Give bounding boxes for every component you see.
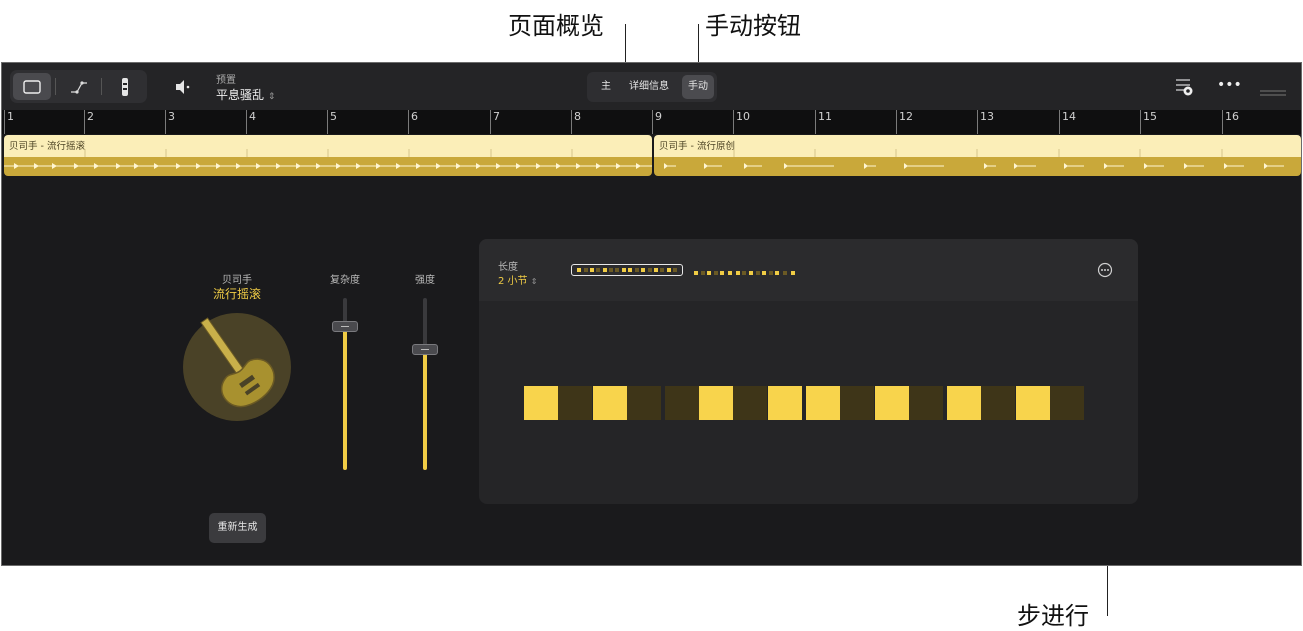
complexity-slider-fill	[343, 326, 347, 470]
page-overview-1[interactable]	[571, 264, 683, 276]
ruler-bar: 4	[246, 110, 256, 134]
region-view-button[interactable]	[13, 73, 51, 100]
step-15[interactable]	[1016, 386, 1050, 420]
intensity-slider-fill	[423, 349, 427, 470]
ruler-bar: 9	[652, 110, 662, 134]
toolbar: 预置 平息骚乱 ⇕ 主 详细信息 手动 •••	[2, 63, 1301, 110]
step-5[interactable]	[665, 386, 699, 420]
step-11[interactable]	[875, 386, 909, 420]
length-label: 长度	[498, 262, 518, 273]
panel-more-button[interactable]	[1097, 262, 1113, 278]
length-value: 2 小节	[498, 276, 528, 287]
ruler-bar: 12	[896, 110, 913, 134]
volume-button[interactable]	[172, 77, 194, 97]
ruler-bar: 14	[1059, 110, 1076, 134]
track-region-1[interactable]: 贝司手 - 流行摇滚	[4, 135, 652, 176]
regenerate-button[interactable]: 重新生成	[209, 513, 266, 543]
tab-manual[interactable]: 手动	[682, 75, 714, 99]
drag-handle[interactable]	[1260, 82, 1286, 96]
ruler-bar: 8	[571, 110, 581, 134]
tab-details[interactable]: 详细信息	[623, 75, 675, 99]
step-9[interactable]	[806, 386, 840, 420]
ruler-bar: 11	[815, 110, 832, 134]
ruler-bar: 13	[977, 110, 994, 134]
step-16[interactable]	[1050, 386, 1084, 420]
step-4[interactable]	[627, 386, 661, 420]
more-button[interactable]: •••	[1217, 77, 1242, 95]
step-3[interactable]	[593, 386, 627, 420]
plugin-settings-icon	[1176, 79, 1193, 96]
ruler-bar: 7	[490, 110, 500, 134]
ruler-bar: 6	[408, 110, 418, 134]
metronome-icon	[122, 77, 128, 96]
more-icon: •••	[1217, 77, 1242, 93]
more-circle-icon	[1097, 262, 1113, 278]
step-editor-panel	[479, 239, 1138, 504]
drag-handle-icon	[1260, 90, 1286, 96]
ruler-bar: 16	[1222, 110, 1239, 134]
player-role: 贝司手	[222, 275, 252, 286]
chevron-updown-icon: ⇕	[267, 92, 276, 102]
ruler-bar: 1	[4, 110, 14, 134]
track-region-2[interactable]: 贝司手 - 流行原创	[654, 135, 1301, 176]
step-14[interactable]	[981, 386, 1015, 420]
callout-step-sequence: 步进行	[1017, 602, 1089, 630]
preset-selector[interactable]: 平息骚乱 ⇕	[216, 86, 275, 103]
step-13[interactable]	[947, 386, 981, 420]
complexity-slider-knob[interactable]	[332, 321, 358, 332]
step-8[interactable]	[768, 386, 802, 420]
callout-page-overview: 页面概览	[508, 12, 604, 40]
step-2[interactable]	[558, 386, 592, 420]
ruler-bar: 15	[1140, 110, 1157, 134]
metronome-button[interactable]	[106, 73, 144, 100]
app-window: 预置 平息骚乱 ⇕ 主 详细信息 手动 ••• 1 2 3 4 5 6 7 8 …	[1, 62, 1302, 566]
tab-main[interactable]: 主	[591, 75, 621, 99]
region-view-icon	[23, 79, 41, 94]
ruler-bar: 10	[733, 110, 750, 134]
callout-manual-button: 手动按钮	[705, 12, 801, 40]
step-1[interactable]	[524, 386, 558, 420]
page-overview-2[interactable]	[690, 264, 802, 276]
timeline-ruler[interactable]: 1 2 3 4 5 6 7 8 9 10 11 12 13 14 15 16	[2, 110, 1301, 134]
ruler-bar: 3	[165, 110, 175, 134]
step-10[interactable]	[840, 386, 874, 420]
preset-value: 平息骚乱	[216, 88, 265, 102]
view-mode-segmented-control: 主 详细信息 手动	[587, 72, 717, 102]
page-overview-2-steps	[694, 271, 795, 275]
ruler-bar: 2	[84, 110, 94, 134]
region-notes	[664, 149, 1284, 169]
player-style[interactable]: 流行摇滚	[197, 285, 277, 302]
plugin-settings-button[interactable]	[1174, 75, 1196, 97]
step-7[interactable]	[733, 386, 767, 420]
automation-button[interactable]	[60, 73, 98, 100]
volume-icon	[176, 80, 190, 94]
bass-guitar-icon	[182, 312, 292, 422]
ruler-bar: 5	[327, 110, 337, 134]
page-overview-1-steps	[577, 268, 677, 272]
chevron-updown-icon: ⇕	[530, 277, 538, 286]
step-6[interactable]	[699, 386, 733, 420]
step-12[interactable]	[909, 386, 943, 420]
intensity-label: 强度	[415, 275, 435, 286]
view-button-group	[10, 70, 147, 103]
length-selector[interactable]: 2 小节 ⇕	[498, 272, 537, 287]
preset-label: 预置	[216, 75, 236, 86]
region-notes	[4, 149, 652, 169]
automation-icon	[71, 80, 87, 94]
intensity-slider-knob[interactable]	[412, 344, 438, 355]
complexity-label: 复杂度	[330, 275, 360, 286]
